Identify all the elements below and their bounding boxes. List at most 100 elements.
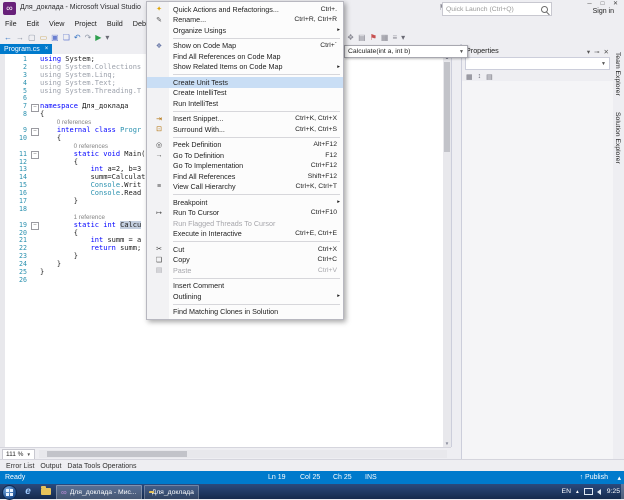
solution-explorer-icon[interactable]: ❖	[347, 33, 354, 42]
internet-explorer-icon[interactable]: e	[20, 485, 36, 498]
menu-item-run-flagged-threads-to-cursor[interactable]: Run Flagged Threads To Cursor	[147, 218, 343, 229]
network-icon[interactable]	[584, 488, 593, 495]
menu-item-find-all-references[interactable]: Find All ReferencesShift+F12	[147, 171, 343, 182]
find-in-files-icon[interactable]: ▦	[381, 33, 389, 42]
outline-margin	[31, 72, 40, 80]
menu-item-peek-definition[interactable]: ◎Peek DefinitionAlt+F12	[147, 140, 343, 151]
new-file-icon[interactable]: ▢	[28, 33, 36, 42]
open-file-icon[interactable]: ▭	[40, 33, 48, 42]
menu-item-label: Cut	[173, 245, 308, 254]
menu-edit[interactable]: Edit	[22, 18, 44, 30]
zoom-selector[interactable]: 111 % ▼	[2, 449, 35, 460]
menu-build[interactable]: Build	[102, 18, 128, 30]
publish-button[interactable]: ↑ Publish	[580, 474, 608, 481]
side-tab-team-explorer[interactable]: Team Explorer	[613, 44, 622, 104]
menu-item-quick-actions-and-refactorings[interactable]: ✦Quick Actions and Refactorings...Ctrl+.	[147, 4, 343, 15]
close-tab-icon[interactable]: ×	[45, 46, 49, 52]
navigate-forward-icon[interactable]: →	[16, 33, 24, 42]
member-signature-popup[interactable]: Calculate(int a, int b) ▼	[344, 45, 468, 58]
start-debug-icon[interactable]: ▶	[95, 33, 101, 42]
menu-item-execute-in-interactive[interactable]: Execute in InteractiveCtrl+E, Ctrl+E	[147, 229, 343, 240]
side-tab-strip: Team ExplorerSolution Explorer	[613, 44, 624, 459]
quick-launch-input[interactable]: Quick Launch (Ctrl+Q)	[442, 2, 552, 16]
taskbar-item-для-доклада[interactable]: Для_доклада	[144, 485, 199, 500]
hidden-icons-caret[interactable]: ▴	[576, 489, 579, 495]
menu-item-create-unit-tests[interactable]: Create Unit Tests	[147, 77, 343, 88]
save-all-icon[interactable]: ❏	[63, 33, 70, 42]
peek-definition-icon: ◎	[151, 141, 167, 149]
minimize-button[interactable]: ─	[583, 0, 596, 9]
menu-item-outlining[interactable]: Outlining▸	[147, 291, 343, 302]
menu-item-organize-usings[interactable]: Organize Usings▸	[147, 25, 343, 36]
scrollbar-thumb[interactable]	[444, 62, 450, 152]
alphabetical-icon[interactable]: ↕	[478, 73, 482, 80]
document-tab-programcs[interactable]: Program.cs ×	[0, 44, 52, 54]
line-number: 6	[5, 95, 31, 103]
menu-item-go-to-definition[interactable]: →Go To DefinitionF12	[147, 150, 343, 161]
toolbar-left-group: ← → ▢ ▭▣ ❏ ↶ ↷▶ ▾	[2, 30, 111, 44]
property-pages-icon[interactable]: ▤	[486, 73, 493, 81]
outline-margin	[31, 253, 40, 261]
start-button[interactable]	[2, 485, 17, 500]
menu-item-copy[interactable]: ❏CopyCtrl+C	[147, 255, 343, 266]
menu-file[interactable]: File	[0, 18, 22, 30]
menu-item-show-related-items-on-code-map[interactable]: Show Related Items on Code Map▸	[147, 62, 343, 73]
close-button[interactable]: ✕	[609, 0, 622, 9]
menu-item-run-to-cursor[interactable]: ↦Run To CursorCtrl+F10	[147, 208, 343, 219]
zoom-level: 111 %	[6, 451, 23, 458]
menu-item-show-on-code-map[interactable]: ❖Show on Code MapCtrl+`	[147, 41, 343, 52]
menu-item-go-to-implementation[interactable]: Go To ImplementationCtrl+F12	[147, 161, 343, 172]
navigate-back-icon[interactable]: ←	[4, 33, 12, 42]
menu-item-create-intellitest[interactable]: Create IntelliTest	[147, 88, 343, 99]
menu-item-shortcut: Ctrl+K, Ctrl+T	[295, 183, 337, 190]
volume-icon[interactable]	[597, 489, 601, 495]
editor-horizontal-scrollbar[interactable]	[39, 450, 447, 458]
menu-item-rename[interactable]: ✎Rename...Ctrl+R, Ctrl+R	[147, 15, 343, 26]
menu-item-paste[interactable]: ▤PasteCtrl+V	[147, 265, 343, 276]
menu-item-run-intellitest[interactable]: Run IntelliTest	[147, 98, 343, 109]
pin-icon[interactable]: ⊸	[594, 49, 599, 56]
categorized-icon[interactable]: ▦	[466, 73, 473, 81]
dropdown-caret-icon[interactable]: ▾	[105, 33, 109, 42]
menu-item-surround-with[interactable]: ⊡Surround With...Ctrl+K, Ctrl+S	[147, 124, 343, 135]
scrollbar-thumb[interactable]	[47, 451, 187, 457]
properties-window-icon[interactable]: ▤	[358, 33, 366, 42]
panel-tab-output[interactable]: Output	[40, 463, 61, 470]
outline-margin	[31, 198, 40, 206]
panel-tab-error-list[interactable]: Error List	[6, 463, 34, 470]
menu-item-insert-comment[interactable]: Insert Comment	[147, 281, 343, 292]
menu-item-breakpoint[interactable]: Breakpoint▸	[147, 197, 343, 208]
panel-tab-data-tools-operations[interactable]: Data Tools Operations	[67, 463, 136, 470]
line-number: 15	[5, 182, 31, 190]
properties-panel-header[interactable]: Properties ▾⊸✕	[462, 44, 613, 56]
menu-item-cut[interactable]: ✂CutCtrl+X	[147, 244, 343, 255]
extensions-flag-icon[interactable]: ⚑	[370, 33, 377, 42]
dropdown-caret-icon[interactable]: ▾	[401, 33, 405, 42]
close-icon[interactable]: ✕	[604, 49, 609, 56]
call-hierarchy-icon: ≡	[151, 183, 167, 190]
file-explorer-icon[interactable]	[38, 485, 54, 498]
comment-icon[interactable]: ≡	[392, 33, 397, 42]
clock[interactable]: 9:25	[607, 488, 620, 495]
menu-item-shortcut: Ctrl+R, Ctrl+R	[294, 16, 337, 23]
menu-item-insert-snippet[interactable]: ⇥Insert Snippet...Ctrl+K, Ctrl+X	[147, 114, 343, 125]
taskbar-item-для-доклада-мис[interactable]: ∞Для_доклада - Мис...	[56, 485, 142, 500]
scroll-down-icon[interactable]: ▼	[443, 440, 451, 447]
redo-icon[interactable]: ↷	[85, 33, 92, 42]
menu-view[interactable]: View	[44, 18, 69, 30]
menu-project[interactable]: Project	[69, 18, 101, 30]
menu-item-find-all-references-on-code-map[interactable]: Find All References on Code Map	[147, 51, 343, 62]
sign-in-link[interactable]: Sign in	[593, 8, 614, 15]
menu-item-shortcut: Ctrl+C	[318, 256, 337, 263]
maximize-button[interactable]: □	[596, 0, 609, 9]
outline-margin: –	[31, 222, 40, 230]
save-icon[interactable]: ▣	[51, 33, 59, 42]
menu-item-find-matching-clones-in-solution[interactable]: Find Matching Clones in Solution	[147, 307, 343, 318]
window-position-icon[interactable]: ▾	[587, 49, 590, 56]
editor-vertical-scrollbar[interactable]: ▲ ▼	[443, 54, 451, 447]
line-number: 8	[5, 111, 31, 119]
menu-item-view-call-hierarchy[interactable]: ≡View Call HierarchyCtrl+K, Ctrl+T	[147, 182, 343, 193]
side-tab-solution-explorer[interactable]: Solution Explorer	[613, 104, 622, 172]
undo-icon[interactable]: ↶	[74, 33, 81, 42]
language-indicator[interactable]: EN	[562, 488, 571, 495]
